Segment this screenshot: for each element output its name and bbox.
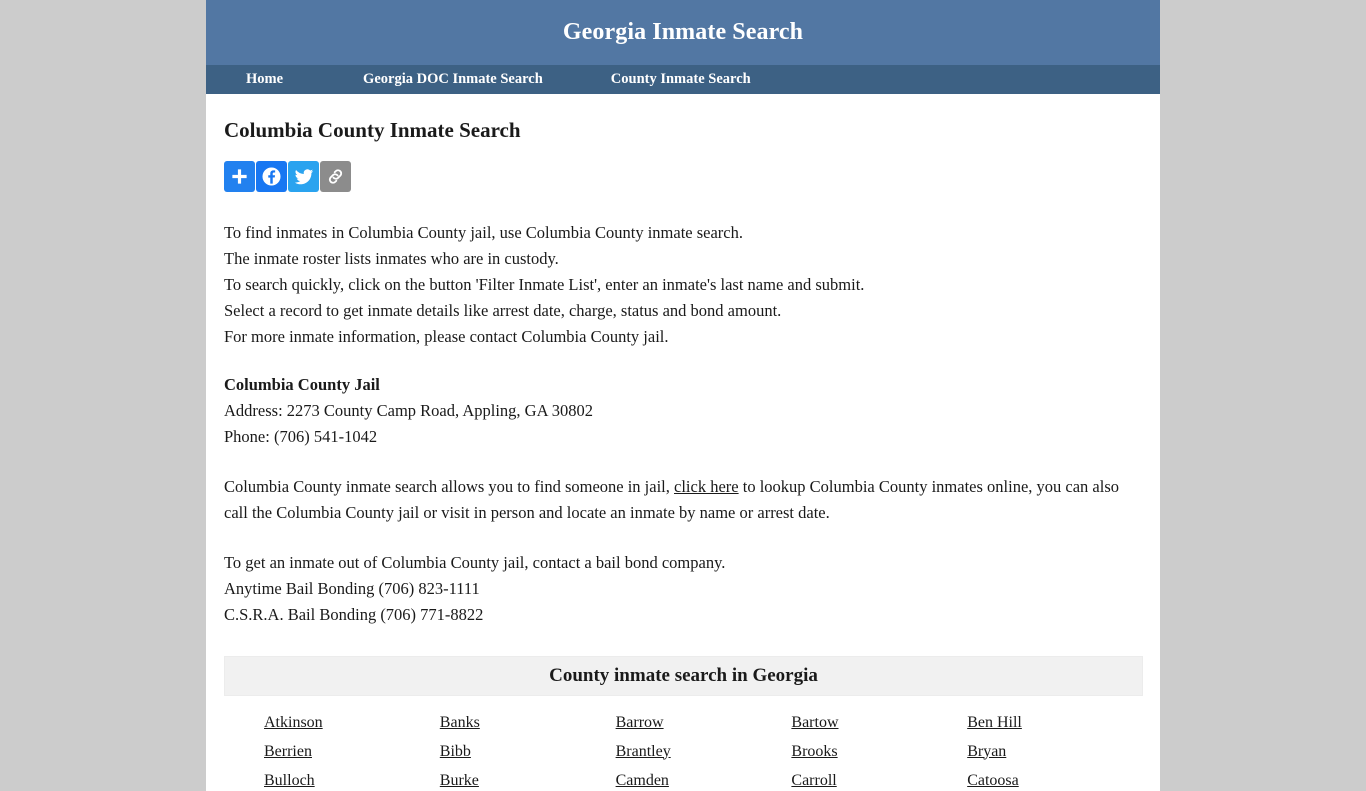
facebook-icon [261,166,282,187]
county-table-title: County inmate search in Georgia [549,665,818,686]
county-link-atkinson[interactable]: Atkinson [264,714,323,732]
county-link-burke[interactable]: Burke [440,772,479,790]
nav-county-inmate-search[interactable]: County Inmate Search [611,71,751,88]
county-link-ben-hill[interactable]: Ben Hill [967,714,1022,732]
county-cell: Bartow [791,712,967,733]
site-container: Georgia Inmate Search Home Georgia DOC I… [206,0,1160,791]
nav-georgia-doc-inmate-search[interactable]: Georgia DOC Inmate Search [363,71,543,88]
intro-line: For more inmate information, please cont… [224,327,669,346]
county-link-carroll[interactable]: Carroll [791,772,836,790]
county-cell: Bryan [967,741,1143,762]
nav-home[interactable]: Home [246,71,283,88]
county-cell: Carroll [791,770,967,791]
county-link-grid: Atkinson Banks Barrow Bartow Ben Hill Be… [224,696,1143,791]
main-content: Columbia County Inmate Search To find in… [206,94,1160,791]
page-root: Georgia Inmate Search Home Georgia DOC I… [0,0,1366,791]
county-cell: Brantley [616,741,792,762]
jail-contact-block: Columbia County Jail Address: 2273 Count… [224,372,1142,450]
bail-line: Anytime Bail Bonding (706) 823-1111 [224,579,480,598]
county-link-bibb[interactable]: Bibb [440,743,471,761]
site-title: Georgia Inmate Search [562,19,804,45]
intro-line: To search quickly, click on the button '… [224,275,865,294]
facebook-share-button[interactable] [256,161,287,192]
county-link-brantley[interactable]: Brantley [616,743,671,761]
county-link-berrien[interactable]: Berrien [264,743,312,761]
county-cell: Burke [440,770,616,791]
county-link-banks[interactable]: Banks [440,714,480,732]
jail-name: Columbia County Jail [224,375,380,394]
inmate-search-paragraph: Columbia County inmate search allows you… [224,474,1140,526]
county-cell: Catoosa [967,770,1143,791]
county-link-bulloch[interactable]: Bulloch [264,772,315,790]
intro-copy: To find inmates in Columbia County jail,… [224,220,1142,350]
county-cell: Berrien [264,741,440,762]
twitter-icon [294,167,314,187]
county-table-header: County inmate search in Georgia [224,656,1143,696]
bail-line: To get an inmate out of Columbia County … [224,553,726,572]
county-cell: Banks [440,712,616,733]
county-link-barrow[interactable]: Barrow [616,714,664,732]
bail-line: C.S.R.A. Bail Bonding (706) 771-8822 [224,605,484,624]
county-cell: Barrow [616,712,792,733]
county-link-camden[interactable]: Camden [616,772,669,790]
addthis-plus-icon [230,167,249,186]
county-cell: Brooks [791,741,967,762]
addthis-share-button[interactable] [224,161,255,192]
click-here-link[interactable]: click here [674,477,739,496]
county-cell: Camden [616,770,792,791]
county-cell: Bibb [440,741,616,762]
intro-line: The inmate roster lists inmates who are … [224,249,559,268]
county-cell: Ben Hill [967,712,1143,733]
page-title: Columbia County Inmate Search [224,118,521,142]
county-link-brooks[interactable]: Brooks [791,743,837,761]
county-cell: Bulloch [264,770,440,791]
county-cell: Atkinson [264,712,440,733]
jail-phone: Phone: (706) 541-1042 [224,427,378,446]
county-link-catoosa[interactable]: Catoosa [967,772,1019,790]
bail-bond-block: To get an inmate out of Columbia County … [224,550,1142,628]
share-button-row [224,161,1142,192]
site-header: Georgia Inmate Search [206,0,1160,65]
intro-line: Select a record to get inmate details li… [224,301,782,320]
jail-address: Address: 2273 County Camp Road, Appling,… [224,401,593,420]
county-search-section: County inmate search in Georgia Atkinson… [224,656,1143,791]
paragraph-text-before-link: Columbia County inmate search allows you… [224,477,675,496]
county-link-bryan[interactable]: Bryan [967,743,1006,761]
county-link-bartow[interactable]: Bartow [791,714,838,732]
main-navigation: Home Georgia DOC Inmate Search County In… [206,65,1160,94]
intro-line: To find inmates in Columbia County jail,… [224,223,743,242]
copy-link-share-button[interactable] [320,161,351,192]
copy-link-icon [325,166,346,187]
twitter-share-button[interactable] [288,161,319,192]
